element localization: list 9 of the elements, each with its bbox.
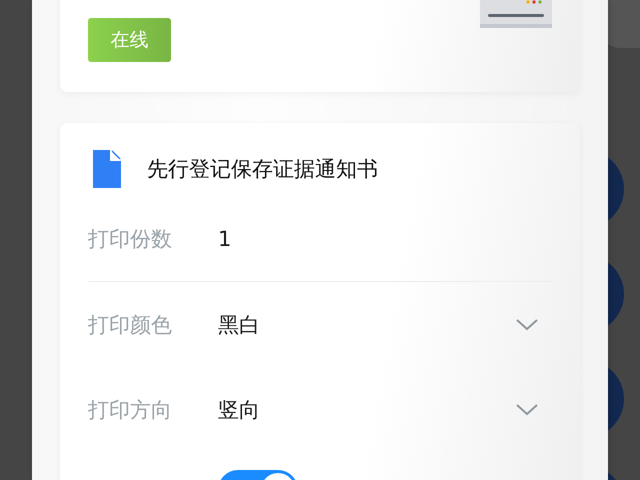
chevron-down-icon xyxy=(516,318,538,330)
field-label: 打印份数 xyxy=(88,226,173,252)
select-field[interactable]: 打印方向 竖向 xyxy=(88,367,552,452)
chevron-down-icon xyxy=(516,404,538,416)
document-title: 先行登记保存证据通知书 xyxy=(147,156,378,183)
copies-input[interactable]: 1 xyxy=(218,226,232,250)
select-field[interactable]: 打印颜色 黑白 xyxy=(88,282,552,367)
document-icon xyxy=(93,150,121,188)
status-badge: 在线 xyxy=(88,18,171,62)
